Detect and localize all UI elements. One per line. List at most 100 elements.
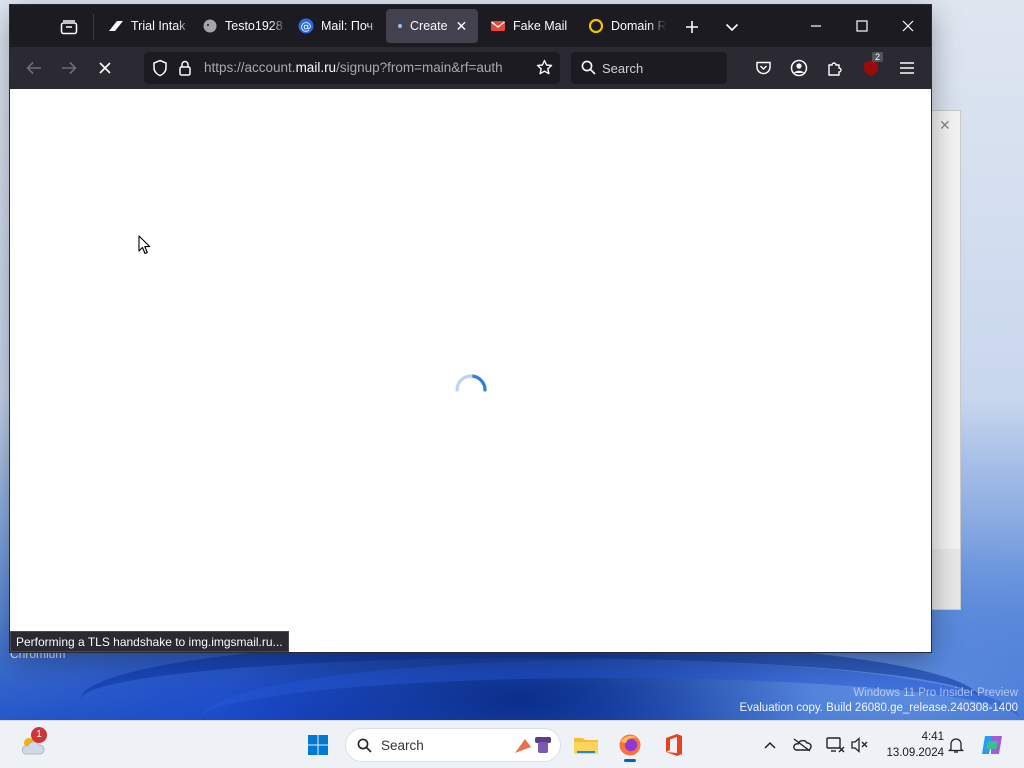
ublock-extension-button[interactable]: 2 — [856, 52, 886, 83]
stop-icon — [99, 62, 111, 74]
chevron-down-icon — [725, 23, 739, 32]
copilot-button[interactable] — [974, 727, 1010, 763]
app-menu-button[interactable] — [892, 53, 922, 83]
navigation-toolbar: https://account.mail.ru/signup?from=main… — [10, 47, 931, 89]
url-fade — [500, 56, 528, 80]
search-highlight-icon — [511, 733, 555, 762]
close-window-button[interactable] — [885, 5, 931, 47]
minimize-icon — [811, 25, 821, 27]
maximize-button[interactable] — [839, 5, 885, 47]
windows-logo-icon — [308, 735, 328, 755]
loading-spinner — [455, 374, 487, 392]
search-icon — [581, 60, 596, 80]
arrow-left-icon — [26, 61, 41, 75]
elephant-icon — [202, 18, 218, 34]
background-window-footer — [931, 549, 960, 609]
tab-label: Fake Mail — [513, 19, 568, 33]
minimize-button[interactable] — [793, 5, 839, 47]
close-icon — [902, 20, 914, 32]
tab-testo[interactable]: Testo1928 — [192, 9, 288, 43]
copilot-icon — [982, 736, 1002, 754]
tab-fade — [270, 9, 288, 43]
taskbar-file-explorer[interactable] — [568, 727, 604, 763]
cloud-offline-icon — [793, 738, 812, 752]
network-monitor-icon — [826, 737, 845, 753]
plus-icon — [686, 21, 698, 33]
account-button[interactable] — [784, 53, 814, 83]
chevron-up-icon — [764, 741, 776, 749]
tab-trial-intake[interactable]: Trial Intak — [98, 9, 194, 43]
firefox-view-icon — [60, 20, 78, 35]
onedrive-status[interactable] — [785, 727, 819, 763]
loading-dot-icon — [396, 18, 404, 34]
taskbar-firefox[interactable] — [612, 727, 648, 763]
taskbar-search[interactable]: Search — [345, 728, 561, 762]
show-hidden-icons-button[interactable] — [752, 727, 788, 763]
tracking-protection-shield-icon[interactable] — [152, 59, 168, 82]
tab-domain[interactable]: Domain R — [578, 9, 666, 43]
brand-stripe-icon — [108, 18, 124, 34]
tab-fade — [648, 9, 666, 43]
watermark-edition: Windows 11 Pro Insider Preview — [853, 687, 1018, 699]
tab-fade — [366, 9, 384, 43]
pocket-button[interactable] — [748, 53, 778, 83]
extension-badge: 2 — [872, 52, 884, 62]
browser-window: Trial Intak Testo1928 @ Mail: Поч Create… — [10, 5, 931, 652]
puzzle-piece-icon — [828, 62, 842, 76]
weather-widget[interactable]: 1 — [14, 727, 50, 763]
search-bar[interactable]: Search — [571, 52, 727, 84]
list-all-tabs-button[interactable] — [719, 14, 745, 40]
forward-button[interactable] — [54, 53, 84, 83]
envelope-icon — [490, 18, 506, 34]
background-window[interactable]: ✕ — [930, 110, 961, 610]
extensions-button[interactable] — [820, 53, 850, 83]
firefox-icon — [619, 734, 641, 756]
system-clock[interactable]: 4:41 13.09.2024 — [872, 729, 944, 761]
notifications-button[interactable] — [940, 727, 972, 763]
close-tab-icon[interactable]: ✕ — [456, 18, 468, 35]
watermark-build: Evaluation copy. Build 26080.ge_release.… — [739, 702, 1018, 714]
clock-time: 4:41 — [921, 731, 944, 743]
start-button[interactable] — [300, 727, 336, 763]
new-tab-button[interactable] — [679, 14, 705, 40]
folder-icon — [574, 738, 598, 754]
search-placeholder: Search — [602, 61, 644, 76]
at-sign-icon: @ — [298, 18, 314, 34]
active-app-indicator — [624, 759, 636, 762]
search-icon — [357, 738, 372, 758]
maximize-icon — [856, 20, 868, 32]
hamburger-menu-icon — [900, 62, 914, 74]
tab-label: Create — [410, 19, 448, 33]
lock-icon[interactable] — [178, 59, 192, 82]
tab-fake-mail[interactable]: Fake Mail — [480, 9, 576, 43]
bell-icon — [948, 738, 964, 753]
stop-loading-button[interactable] — [90, 53, 120, 83]
windows-watermark: Windows 11 Pro Insider Preview Evaluatio… — [739, 686, 1018, 716]
tab-bar: Trial Intak Testo1928 @ Mail: Поч Create… — [10, 5, 931, 47]
taskbar-office[interactable] — [656, 727, 692, 763]
url-text[interactable]: https://account.mail.ru/signup?from=main… — [204, 60, 524, 75]
tab-separator — [93, 14, 94, 40]
taskbar: 1 Search 4:41 13.09.2024 — [0, 720, 1024, 768]
account-icon — [790, 59, 808, 77]
url-host: mail.ru — [295, 60, 337, 75]
office-icon — [666, 734, 682, 756]
close-icon[interactable]: ✕ — [939, 117, 951, 134]
page-content — [10, 89, 931, 652]
svg-text:@: @ — [301, 20, 312, 33]
address-bar[interactable]: https://account.mail.ru/signup?from=main… — [144, 52, 560, 84]
arrow-right-icon — [62, 61, 77, 75]
tab-mail-ru[interactable]: @ Mail: Поч — [288, 9, 384, 43]
url-path: /signup?from=main&rf=auth — [336, 60, 503, 75]
mouse-cursor-icon — [138, 235, 151, 255]
ring-icon — [588, 18, 604, 34]
back-button[interactable] — [19, 53, 49, 83]
tab-create-active[interactable]: Create ✕ — [386, 9, 478, 43]
firefox-view-button[interactable] — [54, 14, 84, 40]
status-panel: Performing a TLS handshake to img.imgsma… — [10, 631, 289, 652]
pocket-icon — [755, 61, 771, 75]
speaker-muted-icon — [851, 737, 868, 753]
bookmark-star-icon[interactable] — [536, 59, 553, 81]
url-prefix: https://account. — [204, 60, 296, 75]
clock-date: 13.09.2024 — [886, 747, 944, 759]
